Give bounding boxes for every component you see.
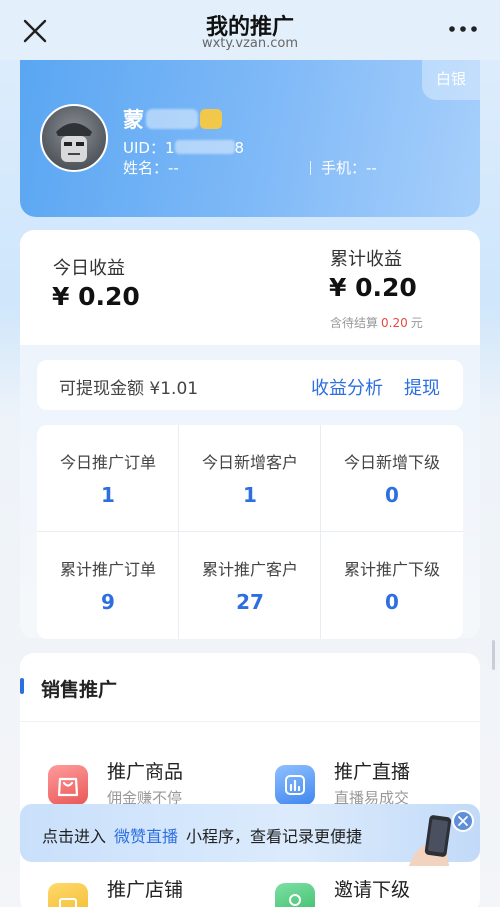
item-title: 邀请下级 [334, 879, 411, 901]
uid-suffix: 8 [234, 139, 245, 157]
sales-promotion-card: 销售推广 推广商品 佣金赚不停 推广直播 直播易成交 推广店铺 邀请下级 [20, 653, 480, 907]
profile-name: 蒙 [123, 104, 222, 134]
earnings-panel: 可提现金额 ¥1.01 收益分析 提现 今日推广订单 1 今日新增客户 1 今日… [20, 345, 480, 639]
stat-today-orders[interactable]: 今日推广订单 1 [37, 425, 179, 532]
stat-label: 今日新增下级 [343, 453, 440, 472]
phone-text: 手机：-- [321, 159, 377, 177]
mini-program-banner[interactable]: 点击进入 微赞直播 小程序，查看记录更便捷 [20, 804, 480, 866]
shopping-bag-icon [48, 765, 88, 805]
stat-value: 27 [236, 590, 264, 614]
avatar-face-icon [56, 123, 92, 162]
banner-highlight: 微赞直播 [114, 827, 179, 846]
stat-value: 1 [243, 483, 257, 507]
item-title: 推广商品 [107, 761, 184, 783]
redacted-uid [174, 140, 235, 154]
profile-uid: UID：1 8 [123, 137, 244, 158]
invite-user-icon [275, 883, 315, 907]
profile-real-name: 姓名：-- [123, 159, 179, 177]
banner-text: 点击进入 微赞直播 小程序，查看记录更便捷 [42, 823, 362, 847]
redacted-name [146, 109, 198, 129]
level-badge[interactable]: 白银 [422, 60, 480, 100]
avatar[interactable] [40, 104, 108, 172]
today-earnings-label: 今日收益 [53, 258, 125, 279]
stat-value: 1 [101, 483, 115, 507]
stat-total-orders[interactable]: 累计推广订单 9 [37, 532, 179, 639]
banner-prefix: 点击进入 [42, 827, 107, 846]
stat-value: 0 [385, 483, 399, 507]
stat-label: 累计推广下级 [343, 560, 440, 579]
stat-label: 累计推广客户 [201, 560, 298, 579]
vip-icon [200, 109, 222, 129]
stat-today-new-customers[interactable]: 今日新增客户 1 [179, 425, 321, 532]
earnings-analysis-link[interactable]: 收益分析 [311, 374, 383, 400]
section-accent [20, 678, 24, 694]
page-url: wxty.vzan.com [201, 36, 298, 51]
item-title: 推广店铺 [107, 879, 184, 901]
profile-phone: 手机：-- [310, 157, 377, 178]
divider [20, 721, 480, 722]
stat-label: 今日推广订单 [59, 453, 156, 472]
stat-value: 0 [385, 590, 399, 614]
profile-card: 白银 蒙 UID：1 8 姓名：-- 手机：-- [20, 60, 480, 217]
top-bar: 我的推广 wxty.vzan.com [0, 0, 500, 60]
banner-close-icon[interactable] [452, 810, 474, 832]
pending-prefix: 含待结算 [330, 316, 379, 330]
item-title: 推广直播 [334, 761, 411, 783]
uid-prefix: UID：1 [123, 139, 175, 157]
total-earnings-value: ¥ 0.20 [329, 273, 417, 302]
withdrawable-amount: 可提现金额 ¥1.01 [59, 379, 199, 399]
stat-label: 今日新增客户 [201, 453, 298, 472]
section-title: 销售推广 [41, 679, 118, 701]
more-icon[interactable] [448, 22, 478, 36]
withdraw-row: 可提现金额 ¥1.01 收益分析 提现 [37, 360, 463, 410]
divider [310, 161, 311, 175]
total-earnings-label: 累计收益 [330, 249, 402, 270]
stat-value: 9 [101, 590, 115, 614]
stat-total-subordinates[interactable]: 累计推广下级 0 [321, 532, 463, 639]
profile-name-text: 蒙 [123, 108, 144, 132]
pending-amount: 0.20 [381, 316, 408, 330]
stat-label: 累计推广订单 [59, 560, 156, 579]
scrollbar[interactable] [492, 640, 495, 670]
earnings-card: 今日收益 ¥ 0.20 累计收益 ¥ 0.20 含待结算 0.20 元 可提现金额 … [20, 230, 480, 639]
today-earnings-value: ¥ 0.20 [52, 282, 140, 311]
pending-unit: 元 [410, 316, 423, 330]
banner-suffix: 小程序，查看记录更便捷 [186, 827, 363, 846]
pending-settlement: 含待结算 0.20 元 [330, 314, 423, 331]
withdraw-link[interactable]: 提现 [404, 374, 440, 400]
stat-today-new-subordinates[interactable]: 今日新增下级 0 [321, 425, 463, 532]
store-icon [48, 883, 88, 907]
live-chart-icon [275, 765, 315, 805]
stats-grid: 今日推广订单 1 今日新增客户 1 今日新增下级 0 累计推广订单 9 累计推广… [37, 425, 463, 639]
stat-total-customers[interactable]: 累计推广客户 27 [179, 532, 321, 639]
